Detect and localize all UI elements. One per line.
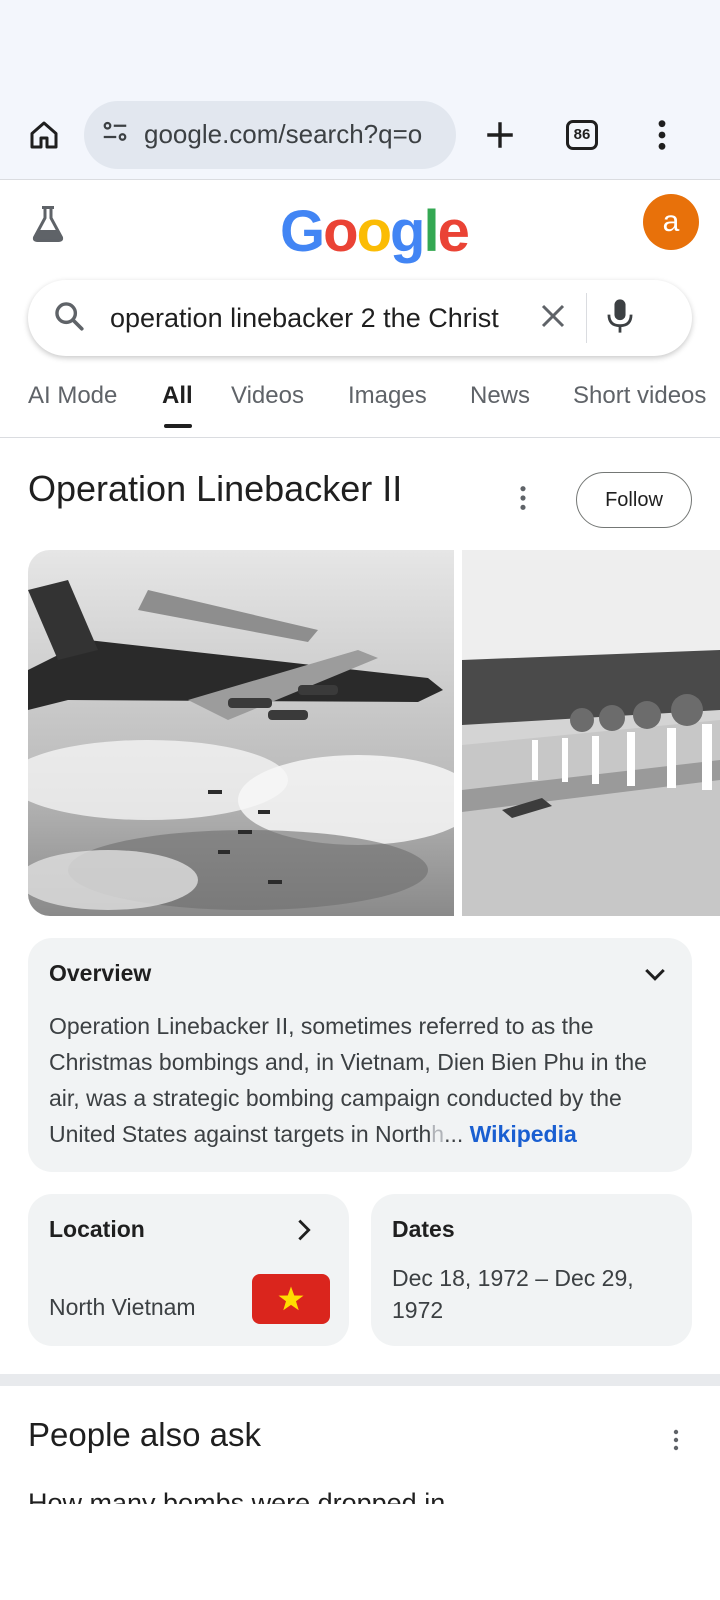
search-tabs: AI Mode All Videos Images News Short vid… xyxy=(0,366,720,438)
home-icon[interactable] xyxy=(22,113,66,157)
labs-flask-icon[interactable] xyxy=(30,204,66,249)
account-avatar[interactable]: a xyxy=(643,194,699,250)
tab-all[interactable]: All xyxy=(162,382,193,410)
tab-videos[interactable]: Videos xyxy=(231,382,304,410)
status-bar xyxy=(0,0,720,90)
google-header: Google a xyxy=(0,180,720,272)
chevron-down-icon[interactable] xyxy=(640,960,670,995)
dates-value: Dec 18, 1972 – Dec 29, 1972 xyxy=(392,1265,634,1323)
image-carousel xyxy=(0,550,720,916)
address-bar[interactable]: google.com/search?q=o xyxy=(84,100,456,169)
clear-icon[interactable] xyxy=(538,301,568,336)
people-also-ask-section: People also ask How many bombs were drop… xyxy=(0,1386,720,1526)
facts-row: Location North Vietnam Dates Dec 18, 197… xyxy=(28,1194,692,1346)
location-label: Location xyxy=(49,1216,145,1242)
knowledge-panel-title: Operation Linebacker II xyxy=(28,468,403,509)
tab-count: 86 xyxy=(566,119,598,150)
tab-ai-mode[interactable]: AI Mode xyxy=(28,382,117,410)
overview-heading: Overview xyxy=(49,960,152,986)
new-tab-icon[interactable] xyxy=(478,113,522,157)
vietnam-flag-icon xyxy=(252,1274,330,1324)
tab-images[interactable]: Images xyxy=(348,382,427,410)
tab-switcher-button[interactable]: 86 xyxy=(560,113,604,157)
follow-button[interactable]: Follow xyxy=(576,472,692,528)
overview-ellipsis: ... xyxy=(444,1121,464,1147)
search-input[interactable]: operation linebacker 2 the Christ xyxy=(110,303,520,334)
search-divider xyxy=(586,293,587,343)
google-logo[interactable]: Google xyxy=(280,198,470,265)
search-box[interactable]: operation linebacker 2 the Christ xyxy=(28,280,692,356)
dates-label: Dates xyxy=(392,1216,455,1242)
microphone-icon[interactable] xyxy=(605,298,635,339)
active-tab-indicator xyxy=(164,424,192,428)
dates-card: Dates Dec 18, 1972 – Dec 29, 1972 xyxy=(371,1194,692,1346)
location-value: North Vietnam xyxy=(49,1294,196,1320)
question-item[interactable]: How many bombs were dropped in xyxy=(28,1486,445,1504)
knowledge-panel-header: Operation Linebacker II Follow xyxy=(0,438,720,550)
browser-menu-icon[interactable] xyxy=(640,113,684,157)
more-options-icon[interactable] xyxy=(518,484,528,517)
more-options-icon[interactable] xyxy=(672,1428,680,1457)
overview-card: Overview Operation Linebacker II, someti… xyxy=(28,938,692,1172)
section-divider xyxy=(0,1374,720,1386)
bomber-row-photo[interactable] xyxy=(462,550,720,916)
search-icon[interactable] xyxy=(52,299,86,338)
tab-short-videos[interactable]: Short videos xyxy=(573,382,706,410)
url-text[interactable]: google.com/search?q=o xyxy=(144,119,440,150)
tab-news[interactable]: News xyxy=(470,382,530,410)
overview-text: Operation Linebacker II, sometimes refer… xyxy=(49,1013,647,1147)
chevron-right-icon[interactable] xyxy=(290,1216,318,1249)
overview-fade-text: h xyxy=(431,1121,445,1147)
location-card[interactable]: Location North Vietnam xyxy=(28,1194,349,1346)
b52-bombers-photo[interactable] xyxy=(28,550,454,916)
site-settings-icon[interactable] xyxy=(100,117,130,152)
people-also-ask-heading: People also ask xyxy=(28,1416,261,1453)
browser-toolbar: google.com/search?q=o 86 xyxy=(0,90,720,180)
wikipedia-link[interactable]: Wikipedia xyxy=(470,1121,577,1147)
